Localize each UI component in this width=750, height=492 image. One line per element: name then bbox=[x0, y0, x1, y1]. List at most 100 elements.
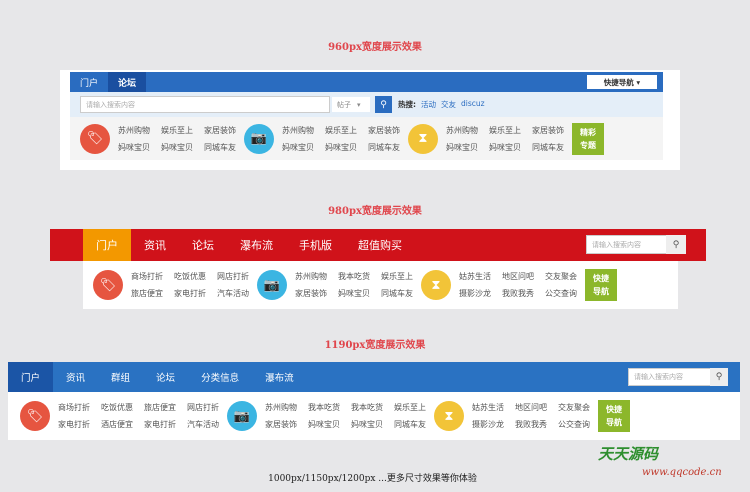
tag-icon: 🏷 bbox=[20, 401, 50, 431]
nav-bar-980: 门户 资讯 论坛 瀑布流 手机版 超值购买 请输入搜索内容 ⚲ bbox=[50, 229, 706, 261]
special-label: 导航 bbox=[593, 287, 609, 296]
special-button[interactable]: 快捷 导航 bbox=[598, 400, 630, 432]
search-icon: ⚲ bbox=[380, 99, 387, 110]
nav-item[interactable]: 手机版 bbox=[286, 229, 345, 261]
quick-link[interactable]: 妈咪宝贝 bbox=[351, 419, 383, 430]
search-type-select[interactable]: 帖子 ▾ bbox=[332, 97, 370, 112]
quick-link[interactable]: 苏州购物 bbox=[118, 125, 150, 136]
nav-item[interactable]: 门户 bbox=[70, 72, 108, 92]
hourglass-icon: ⧗ bbox=[408, 123, 438, 154]
quick-link[interactable]: 妈咪宝贝 bbox=[118, 142, 150, 153]
quick-link[interactable]: 娱乐至上 bbox=[489, 125, 521, 136]
search-type: 帖子 bbox=[337, 100, 351, 109]
nav-item-active[interactable]: 门户 bbox=[83, 229, 131, 261]
nav-item[interactable]: 论坛 bbox=[143, 362, 188, 392]
search-icon: ⚲ bbox=[672, 239, 680, 250]
quick-link[interactable]: 同城车友 bbox=[394, 419, 426, 430]
special-button[interactable]: 精彩 专题 bbox=[572, 122, 604, 155]
quick-link[interactable]: 家居装饰 bbox=[204, 125, 236, 136]
hot-link[interactable]: discuz bbox=[461, 99, 485, 110]
quick-link[interactable]: 同城车友 bbox=[532, 142, 564, 153]
quick-link[interactable]: 娱乐至上 bbox=[381, 271, 413, 282]
nav-item-active[interactable]: 门户 bbox=[8, 362, 54, 392]
quick-link[interactable]: 家居装饰 bbox=[368, 125, 400, 136]
quick-link[interactable]: 家居装饰 bbox=[295, 288, 327, 299]
quick-link[interactable]: 家电打折 bbox=[144, 419, 176, 430]
quick-link[interactable]: 家居装饰 bbox=[265, 419, 297, 430]
nav-item-active[interactable]: 论坛 bbox=[108, 72, 147, 92]
search-button[interactable]: ⚲ bbox=[375, 96, 392, 113]
quick-link[interactable]: 家电打折 bbox=[58, 419, 90, 430]
special-button[interactable]: 快捷 导航 bbox=[585, 269, 617, 301]
quick-link[interactable]: 家居装饰 bbox=[532, 125, 564, 136]
quick-link[interactable]: 吃饭优惠 bbox=[101, 402, 133, 413]
nav-item[interactable]: 瀑布流 bbox=[252, 362, 307, 392]
quick-link[interactable]: 娱乐至上 bbox=[161, 125, 193, 136]
nav-item[interactable]: 论坛 bbox=[179, 229, 227, 261]
quick-link[interactable]: 吃饭优惠 bbox=[174, 271, 206, 282]
quick-link[interactable]: 公交查询 bbox=[558, 419, 590, 430]
quick-link[interactable]: 妈咪宝贝 bbox=[308, 419, 340, 430]
quick-link[interactable]: 我本吃货 bbox=[308, 402, 340, 413]
nav-item[interactable]: 资讯 bbox=[131, 229, 179, 261]
quick-link[interactable]: 苏州购物 bbox=[282, 125, 314, 136]
quick-link[interactable]: 家电打折 bbox=[174, 288, 206, 299]
nav-item[interactable]: 瀑布流 bbox=[227, 229, 286, 261]
quick-nav-button[interactable]: 快捷导航 ▾ bbox=[587, 75, 657, 89]
nav-item[interactable]: 群组 bbox=[98, 362, 143, 392]
nav-item[interactable]: 分类信息 bbox=[188, 362, 252, 392]
quick-link[interactable]: 娱乐至上 bbox=[394, 402, 426, 413]
quick-link[interactable]: 摄影沙龙 bbox=[472, 419, 504, 430]
quick-link[interactable]: 摄影沙龙 bbox=[459, 288, 491, 299]
quick-link[interactable]: 同城车友 bbox=[381, 288, 413, 299]
nav-item[interactable]: 资讯 bbox=[53, 362, 98, 392]
quick-link[interactable]: 妈咪宝贝 bbox=[338, 288, 370, 299]
quick-link[interactable]: 同城车友 bbox=[368, 142, 400, 153]
quick-link[interactable]: 我败我秀 bbox=[502, 288, 534, 299]
quick-link[interactable]: 商场打折 bbox=[131, 271, 163, 282]
quick-link[interactable]: 汽车活动 bbox=[217, 288, 249, 299]
quick-link[interactable]: 妈咪宝贝 bbox=[325, 142, 357, 153]
quick-link[interactable]: 娱乐至上 bbox=[325, 125, 357, 136]
quick-link[interactable]: 网店打折 bbox=[187, 402, 219, 413]
tag-icon: 🏷 bbox=[80, 123, 110, 154]
quick-link[interactable]: 妈咪宝贝 bbox=[161, 142, 193, 153]
hot-link[interactable]: 交友 bbox=[441, 99, 456, 110]
quick-link[interactable]: 酒店便宜 bbox=[101, 419, 133, 430]
quick-link[interactable]: 妈咪宝贝 bbox=[282, 142, 314, 153]
search-button[interactable]: ⚲ bbox=[666, 235, 686, 254]
quick-link[interactable]: 我败我秀 bbox=[515, 419, 547, 430]
camera-icon: 📷 bbox=[257, 270, 287, 300]
quick-link[interactable]: 妈咪宝贝 bbox=[446, 142, 478, 153]
quick-link[interactable]: 苏州购物 bbox=[265, 402, 297, 413]
special-label: 专题 bbox=[580, 140, 596, 150]
quick-link[interactable]: 同城车友 bbox=[204, 142, 236, 153]
quick-link[interactable]: 公交查询 bbox=[545, 288, 577, 299]
quick-link[interactable]: 旅店便宜 bbox=[131, 288, 163, 299]
hot-label: 热搜: bbox=[398, 100, 416, 109]
watermark-url: www.qqcode.cn bbox=[642, 467, 722, 478]
quick-link[interactable]: 姑苏生活 bbox=[472, 402, 504, 413]
quick-link[interactable]: 我本吃货 bbox=[338, 271, 370, 282]
quick-link[interactable]: 汽车活动 bbox=[187, 419, 219, 430]
quick-link[interactable]: 姑苏生活 bbox=[459, 271, 491, 282]
quick-link[interactable]: 我本吃货 bbox=[351, 402, 383, 413]
quick-link[interactable]: 妈咪宝贝 bbox=[489, 142, 521, 153]
special-label: 快捷 bbox=[606, 405, 622, 414]
quick-link[interactable]: 地区问吧 bbox=[502, 271, 534, 282]
special-label: 精彩 bbox=[580, 127, 596, 137]
quick-link[interactable]: 地区问吧 bbox=[515, 402, 547, 413]
quick-link[interactable]: 网店打折 bbox=[217, 271, 249, 282]
quick-link[interactable]: 交友聚会 bbox=[545, 271, 577, 282]
quick-link[interactable]: 苏州购物 bbox=[446, 125, 478, 136]
camera-icon: 📷 bbox=[227, 401, 257, 431]
hot-link[interactable]: 活动 bbox=[421, 99, 436, 110]
quick-link[interactable]: 商场打折 bbox=[58, 402, 90, 413]
special-label: 导航 bbox=[606, 418, 622, 427]
quick-link[interactable]: 交友聚会 bbox=[558, 402, 590, 413]
quick-link[interactable]: 旅店便宜 bbox=[144, 402, 176, 413]
quick-link[interactable]: 苏州购物 bbox=[295, 271, 327, 282]
search-button[interactable]: ⚲ bbox=[710, 368, 728, 386]
search-input[interactable]: 请输入搜索内容 bbox=[80, 96, 330, 113]
nav-item[interactable]: 超值购买 bbox=[345, 229, 415, 261]
